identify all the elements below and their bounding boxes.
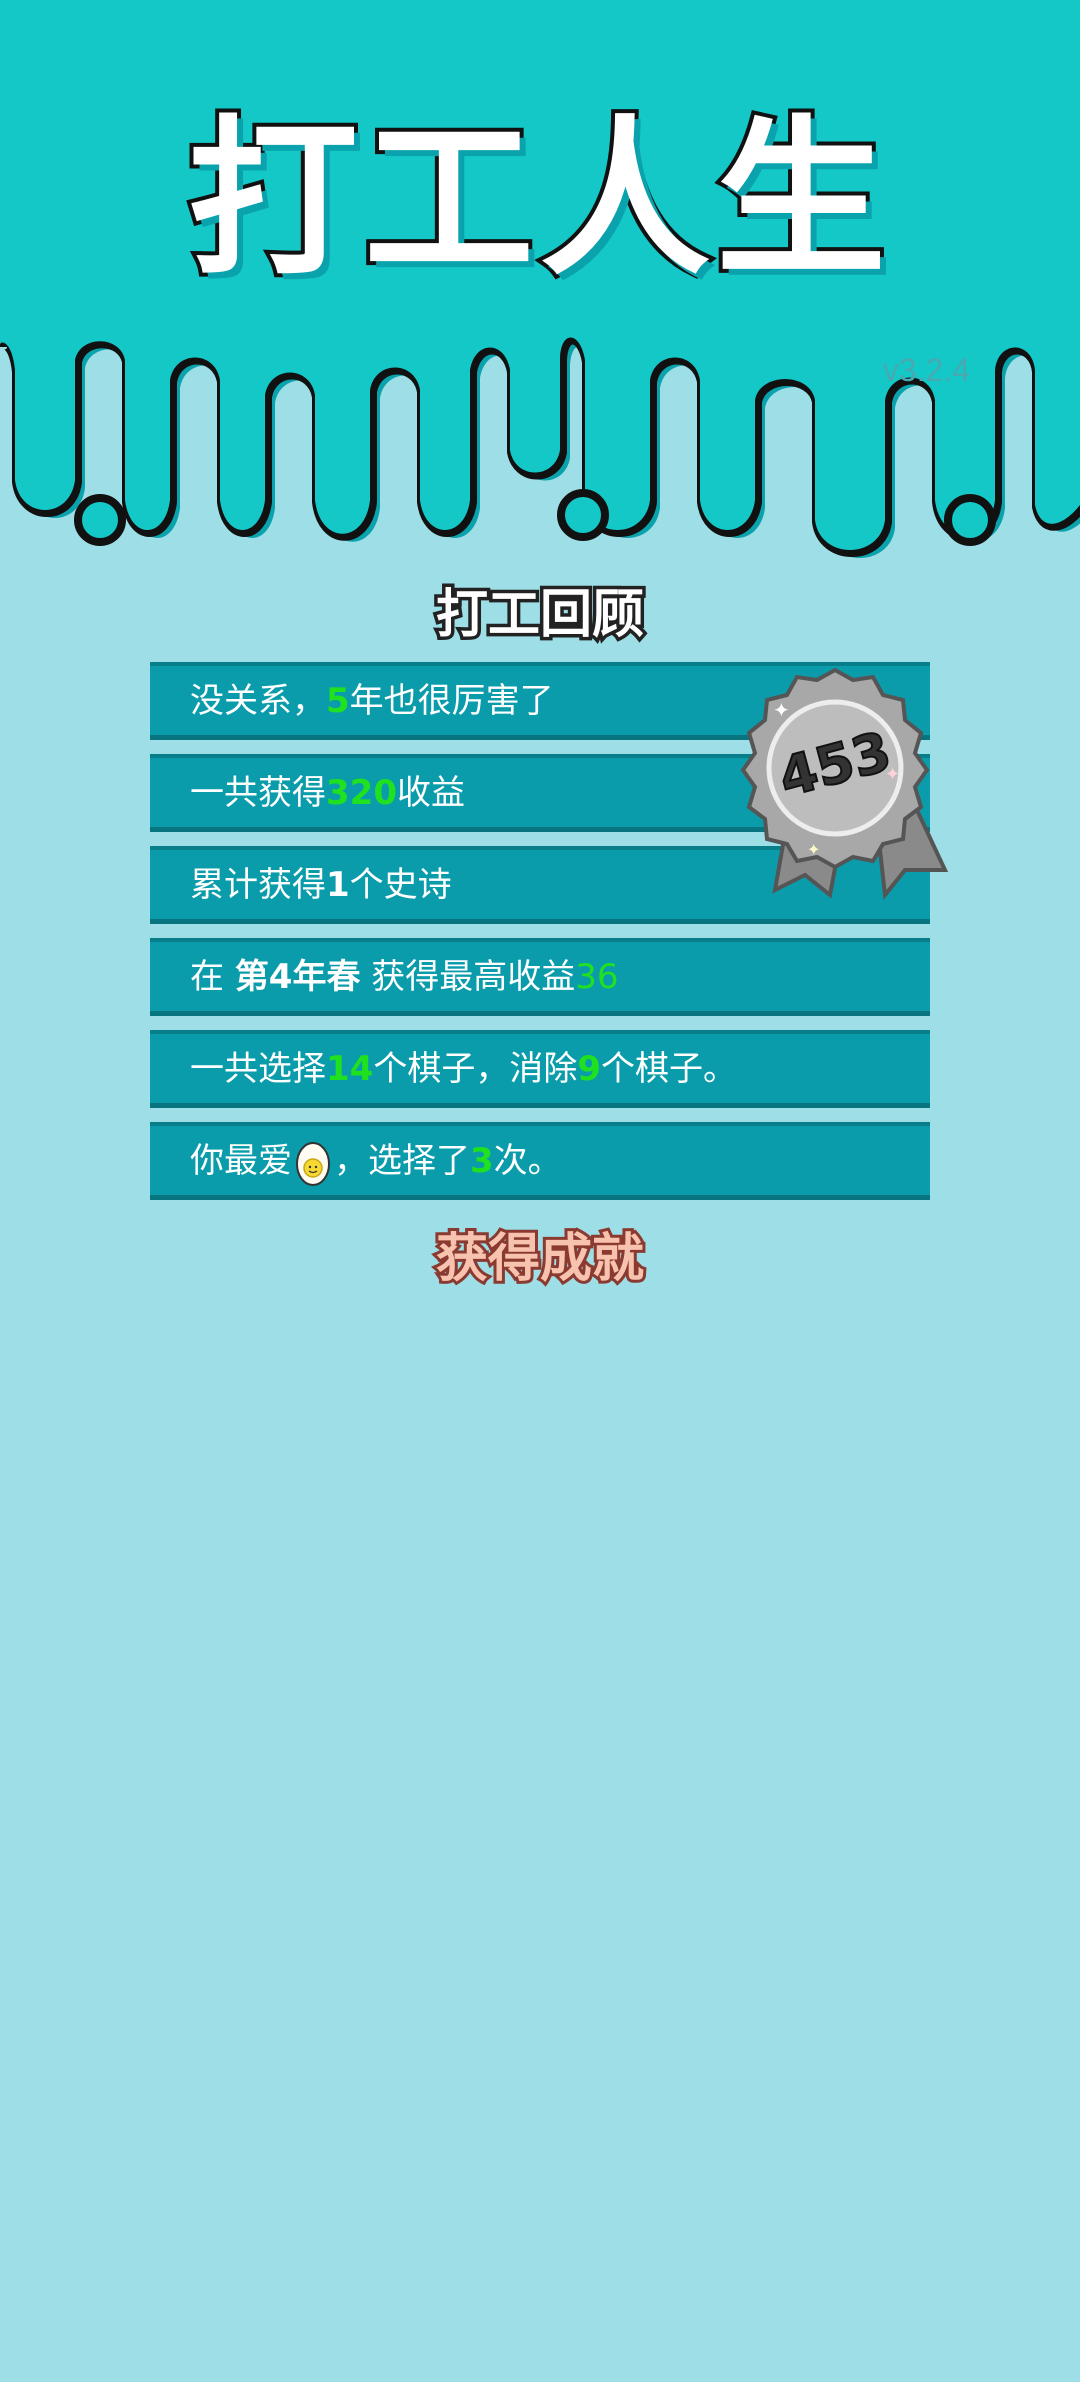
review-title: 打工回顾 (432, 582, 647, 649)
silver-medal-ribbon-icon: 453 ✦ ✦ ✦ (740, 667, 949, 901)
svg-text:✦: ✦ (885, 764, 900, 785)
review-row-favorite: 你最爱 ，选择了3次。 (150, 1122, 930, 1200)
svg-text:✦: ✦ (807, 840, 820, 859)
boiled-egg-icon (296, 1141, 330, 1186)
game-title: 打工人生 (184, 97, 892, 303)
review-row-pieces: 一共选择14个棋子，消除9个棋子。 (150, 1030, 930, 1108)
achievements-title: 获得成就 (433, 1226, 647, 1292)
review-row-best-season: 在 第4年春 获得最高收益36 (150, 938, 930, 1016)
svg-text:✦: ✦ (773, 698, 790, 722)
version-label: v3.2.4 (882, 352, 970, 388)
